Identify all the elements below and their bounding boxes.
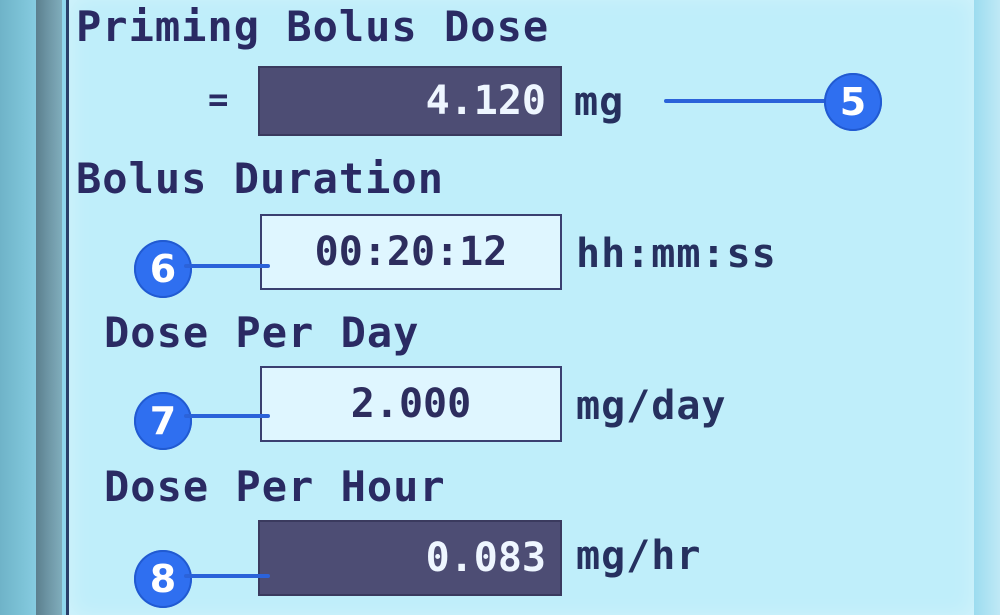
dose-per-day-unit: mg/day: [576, 383, 727, 429]
dose-per-hour-label: Dose Per Hour: [104, 462, 446, 511]
priming-bolus-dose-unit: mg: [574, 79, 625, 125]
bolus-duration-field[interactable]: 00:20:12: [260, 214, 562, 290]
dose-per-hour-value: 0.083: [258, 520, 562, 596]
callout-6-leader: [184, 264, 270, 268]
dose-per-hour-unit: mg/hr: [576, 533, 702, 579]
device-bezel-left: [36, 0, 62, 615]
callout-5-badge: 5: [824, 73, 882, 131]
bolus-duration-unit: hh:mm:ss: [576, 231, 777, 277]
priming-bolus-dose-label: Priming Bolus Dose: [76, 2, 550, 51]
priming-bolus-dose-value: 4.120: [258, 66, 562, 136]
bolus-duration-label: Bolus Duration: [76, 154, 445, 203]
dose-per-day-field[interactable]: 2.000: [260, 366, 562, 442]
callout-5-leader: [664, 99, 840, 103]
left-shadow: [0, 0, 36, 615]
callout-7-leader: [184, 414, 270, 418]
equals-sign: =: [208, 80, 229, 120]
dose-per-day-label: Dose Per Day: [104, 308, 420, 357]
callout-7-badge: 7: [134, 392, 192, 450]
callout-6-badge: 6: [134, 240, 192, 298]
device-display: Priming Bolus Dose = 4.120 mg 5 Bolus Du…: [0, 0, 1000, 615]
callout-8-leader: [184, 574, 270, 578]
right-edge: [974, 0, 1000, 615]
callout-8-badge: 8: [134, 550, 192, 608]
